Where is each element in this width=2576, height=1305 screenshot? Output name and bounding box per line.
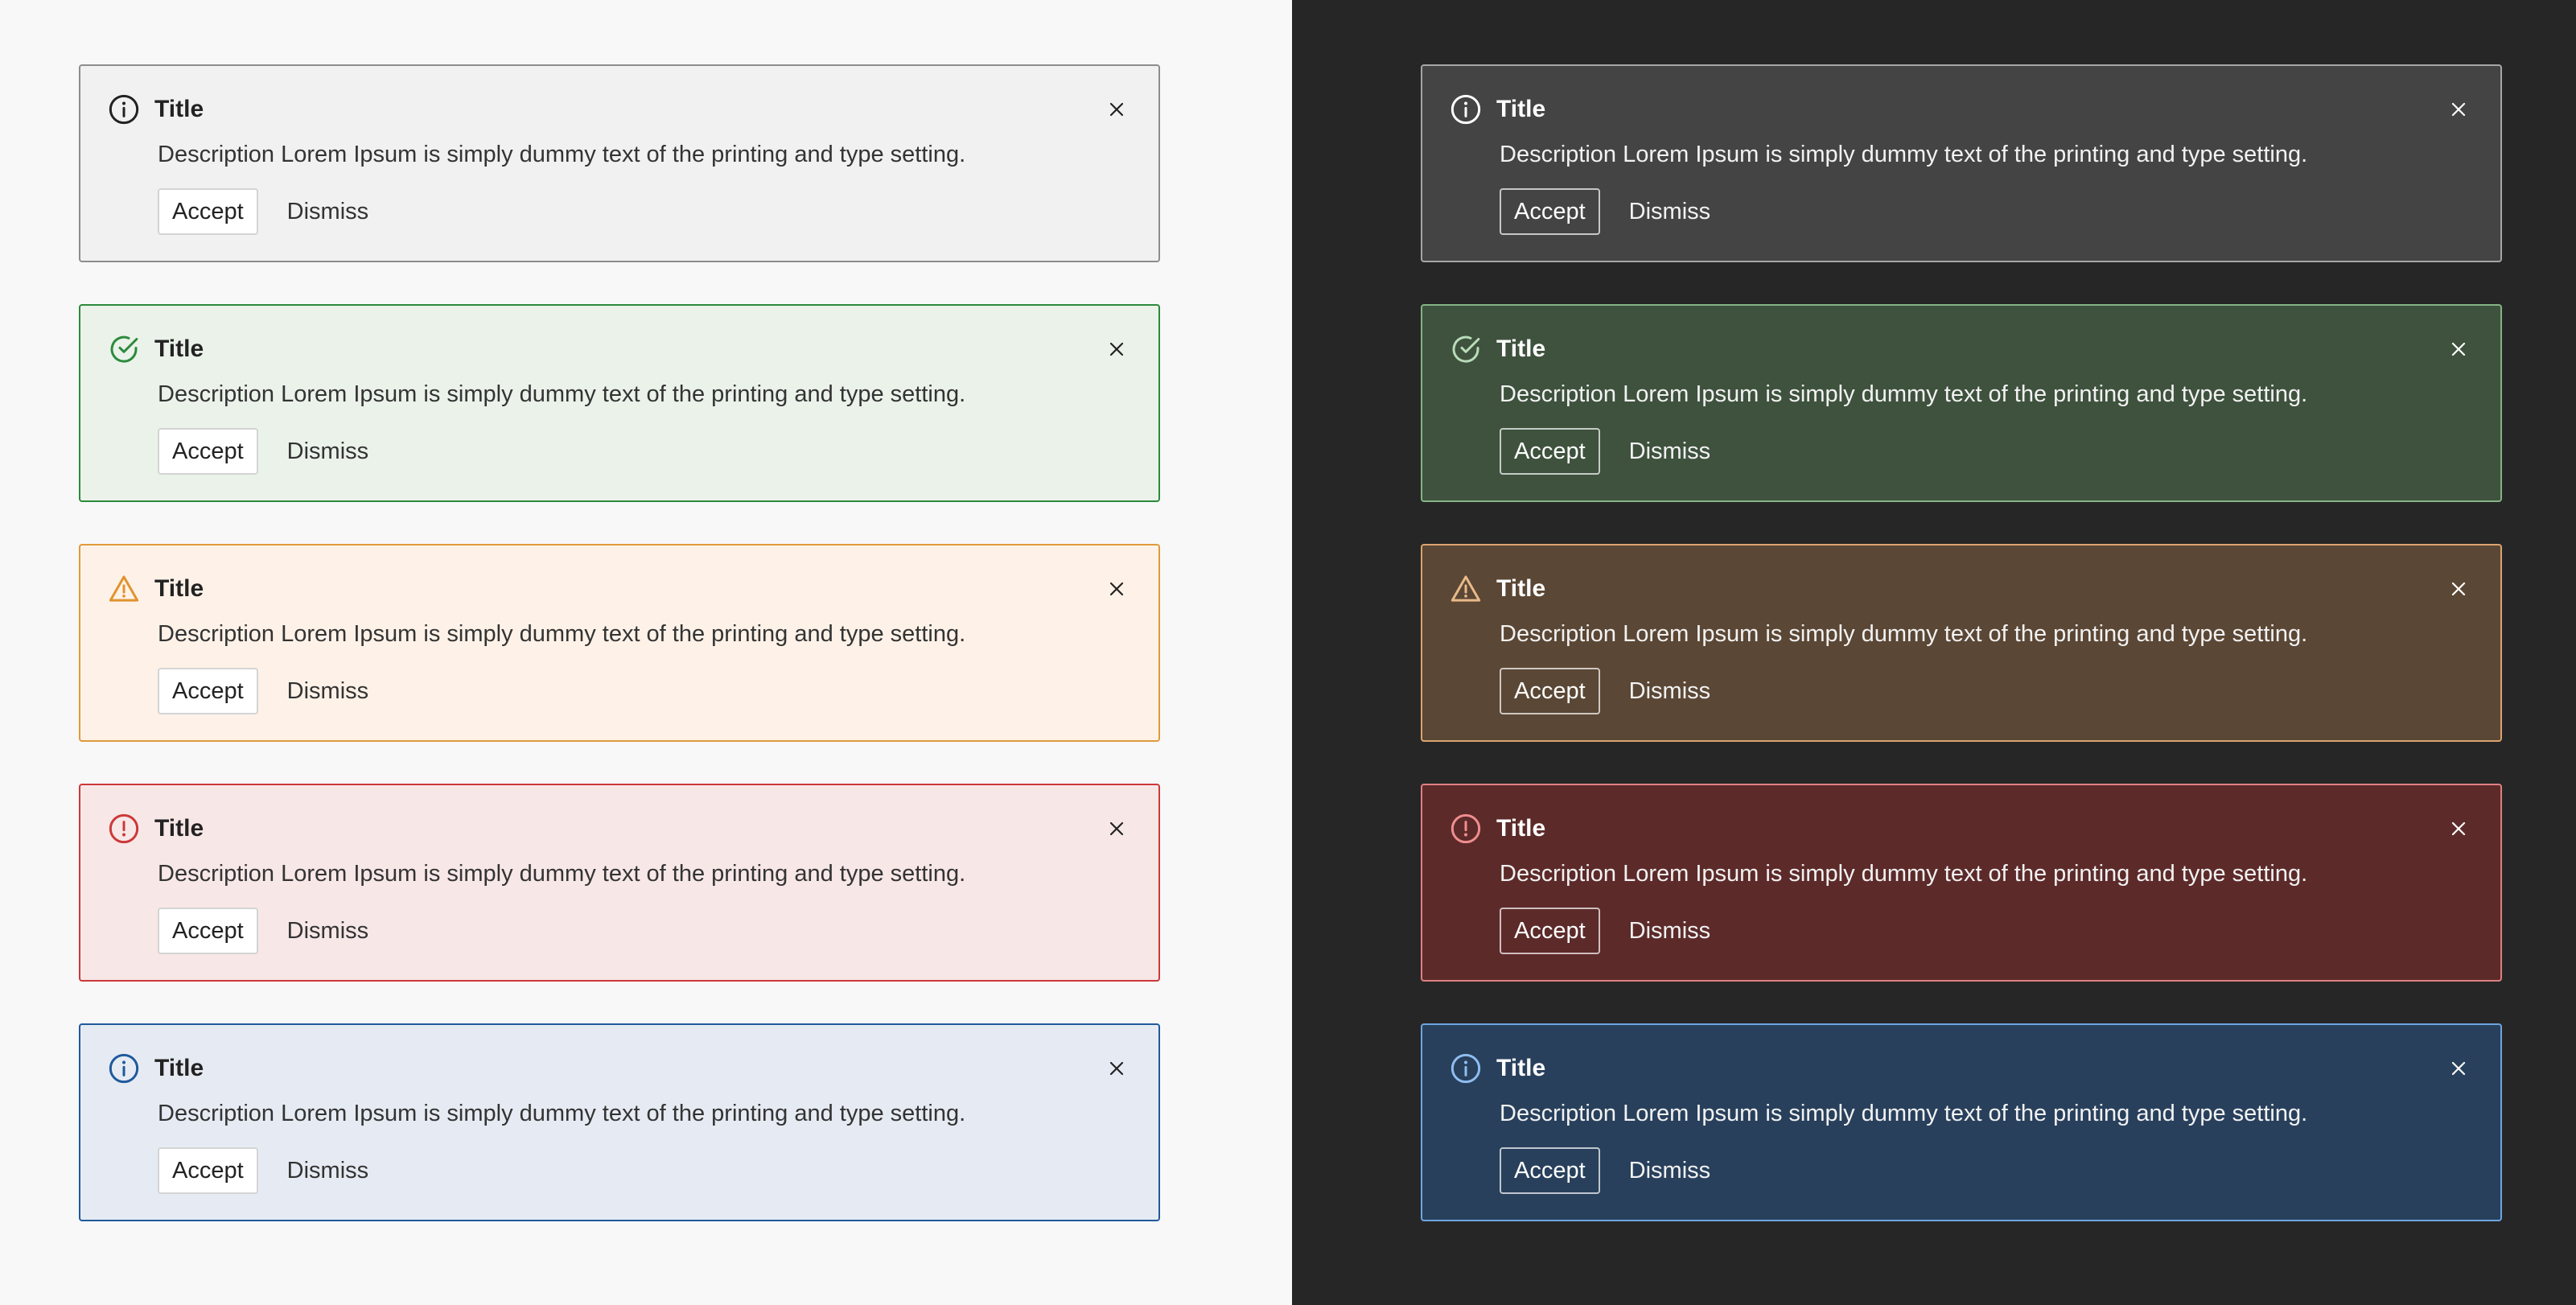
- alert-stack: Title Description Lorem Ipsum is simply …: [79, 64, 1160, 1263]
- error-circle-icon: [109, 813, 139, 844]
- warning-triangle-icon: [109, 575, 139, 602]
- alert-title: Title: [1496, 815, 1546, 842]
- close-icon: [1109, 821, 1124, 836]
- alert-title: Title: [154, 575, 204, 602]
- close-button[interactable]: [2446, 816, 2471, 842]
- accept-button[interactable]: Accept: [1500, 668, 1600, 714]
- close-icon: [1109, 582, 1124, 596]
- alert-title: Title: [154, 96, 204, 122]
- alert-title: Title: [1496, 575, 1546, 602]
- close-icon: [1109, 342, 1124, 356]
- close-icon: [2451, 582, 2466, 596]
- dismiss-button[interactable]: Dismiss: [274, 1147, 382, 1194]
- alert-description: Description Lorem Ipsum is simply dummy …: [1500, 1101, 2308, 1126]
- info-icon: [109, 1053, 139, 1084]
- close-icon: [2451, 342, 2466, 356]
- accept-button[interactable]: Accept: [1500, 1147, 1600, 1194]
- info-icon: [1451, 1053, 1481, 1084]
- close-icon: [1109, 1061, 1124, 1076]
- alert-actions: Accept Dismiss: [1500, 1147, 1723, 1194]
- error-circle-icon: [1451, 813, 1481, 844]
- close-button[interactable]: [2446, 1056, 2471, 1081]
- alert-warning: Title Description Lorem Ipsum is simply …: [1421, 544, 2502, 742]
- alert-title: Title: [1496, 96, 1546, 122]
- accept-button[interactable]: Accept: [158, 908, 258, 954]
- alert-actions: Accept Dismiss: [1500, 188, 1723, 235]
- accept-button[interactable]: Accept: [1500, 188, 1600, 235]
- close-button[interactable]: [2446, 336, 2471, 362]
- alert-warning: Title Description Lorem Ipsum is simply …: [79, 544, 1160, 742]
- close-button[interactable]: [1104, 336, 1130, 362]
- warning-triangle-icon: [1451, 575, 1481, 602]
- accept-button[interactable]: Accept: [158, 668, 258, 714]
- close-icon: [2451, 1061, 2466, 1076]
- close-icon: [1109, 102, 1124, 117]
- alert-description: Description Lorem Ipsum is simply dummy …: [158, 381, 966, 407]
- alert-actions: Accept Dismiss: [158, 668, 381, 714]
- accept-button[interactable]: Accept: [1500, 428, 1600, 475]
- dismiss-button[interactable]: Dismiss: [274, 428, 382, 475]
- alert-description: Description Lorem Ipsum is simply dummy …: [158, 1101, 966, 1126]
- close-button[interactable]: [1104, 816, 1130, 842]
- dark-theme-panel: Title Description Lorem Ipsum is simply …: [1292, 0, 2576, 1305]
- alert-actions: Accept Dismiss: [1500, 668, 1723, 714]
- info-icon: [1451, 94, 1481, 125]
- info-icon: [109, 94, 139, 125]
- accept-button[interactable]: Accept: [158, 428, 258, 475]
- check-circle-icon: [1452, 336, 1480, 363]
- alert-description: Description Lorem Ipsum is simply dummy …: [158, 861, 966, 887]
- alert-info: Title Description Lorem Ipsum is simply …: [79, 1023, 1160, 1221]
- alert-error: Title Description Lorem Ipsum is simply …: [79, 784, 1160, 982]
- close-button[interactable]: [1104, 576, 1130, 602]
- close-button[interactable]: [2446, 576, 2471, 602]
- alert-description: Description Lorem Ipsum is simply dummy …: [158, 142, 966, 167]
- alert-neutral: Title Description Lorem Ipsum is simply …: [79, 64, 1160, 262]
- alert-title: Title: [1496, 1055, 1546, 1081]
- alert-success: Title Description Lorem Ipsum is simply …: [79, 304, 1160, 502]
- accept-button[interactable]: Accept: [158, 1147, 258, 1194]
- alert-actions: Accept Dismiss: [1500, 908, 1723, 954]
- alert-actions: Accept Dismiss: [158, 188, 381, 235]
- dismiss-button[interactable]: Dismiss: [274, 668, 382, 714]
- accept-button[interactable]: Accept: [158, 188, 258, 235]
- alert-actions: Accept Dismiss: [158, 908, 381, 954]
- close-button[interactable]: [1104, 1056, 1130, 1081]
- alert-info: Title Description Lorem Ipsum is simply …: [1421, 1023, 2502, 1221]
- close-button[interactable]: [2446, 97, 2471, 122]
- alert-error: Title Description Lorem Ipsum is simply …: [1421, 784, 2502, 982]
- close-icon: [2451, 102, 2466, 117]
- dismiss-button[interactable]: Dismiss: [274, 188, 382, 235]
- alert-description: Description Lorem Ipsum is simply dummy …: [1500, 621, 2308, 647]
- alert-description: Description Lorem Ipsum is simply dummy …: [1500, 381, 2308, 407]
- alert-title: Title: [154, 1055, 204, 1081]
- alert-success: Title Description Lorem Ipsum is simply …: [1421, 304, 2502, 502]
- dismiss-button[interactable]: Dismiss: [1616, 1147, 1724, 1194]
- alert-actions: Accept Dismiss: [158, 1147, 381, 1194]
- alert-description: Description Lorem Ipsum is simply dummy …: [1500, 861, 2308, 887]
- alert-neutral: Title Description Lorem Ipsum is simply …: [1421, 64, 2502, 262]
- alert-description: Description Lorem Ipsum is simply dummy …: [1500, 142, 2308, 167]
- alert-title: Title: [154, 815, 204, 842]
- dismiss-button[interactable]: Dismiss: [1616, 908, 1724, 954]
- close-icon: [2451, 821, 2466, 836]
- dismiss-button[interactable]: Dismiss: [1616, 188, 1724, 235]
- alert-title: Title: [1496, 336, 1546, 362]
- light-theme-panel: Title Description Lorem Ipsum is simply …: [0, 0, 1292, 1305]
- close-button[interactable]: [1104, 97, 1130, 122]
- alert-actions: Accept Dismiss: [158, 428, 381, 475]
- dismiss-button[interactable]: Dismiss: [1616, 668, 1724, 714]
- dismiss-button[interactable]: Dismiss: [1616, 428, 1724, 475]
- alert-description: Description Lorem Ipsum is simply dummy …: [158, 621, 966, 647]
- accept-button[interactable]: Accept: [1500, 908, 1600, 954]
- alert-stack: Title Description Lorem Ipsum is simply …: [1421, 64, 2502, 1263]
- alert-actions: Accept Dismiss: [1500, 428, 1723, 475]
- check-circle-icon: [110, 336, 138, 363]
- alert-title: Title: [154, 336, 204, 362]
- dismiss-button[interactable]: Dismiss: [274, 908, 382, 954]
